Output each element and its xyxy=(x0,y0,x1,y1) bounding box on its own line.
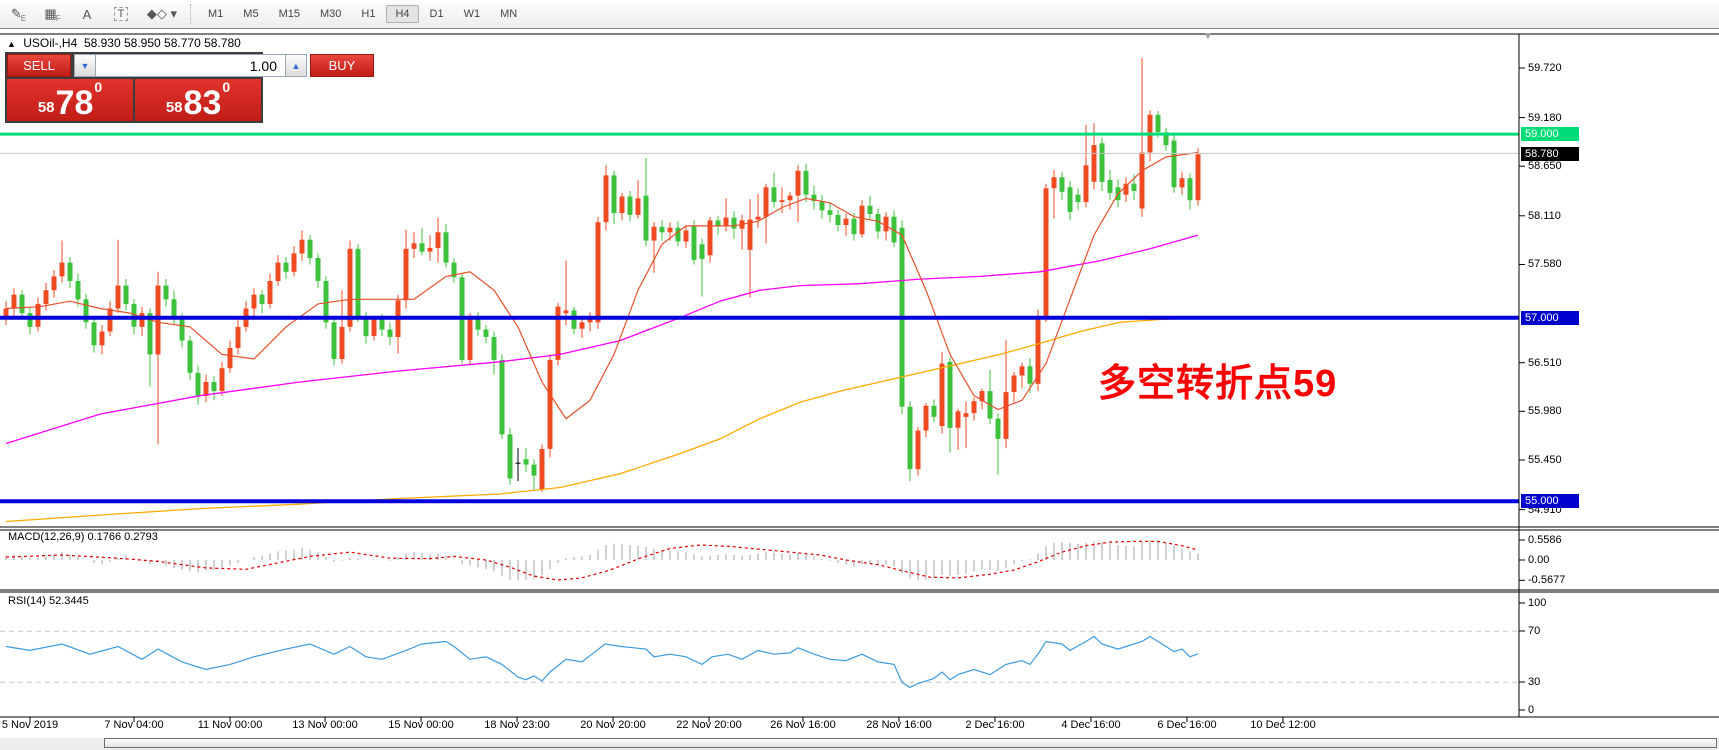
volume-decrease-button[interactable]: ▼ xyxy=(74,54,96,77)
bar-low: 58.770 xyxy=(164,36,201,50)
one-click-trading-panel: SELL ▼ ▲ BUY 58 78 0 58 83 0 xyxy=(5,52,263,123)
timeframe-button-M15[interactable]: M15 xyxy=(270,5,309,23)
sell-price-big: 78 xyxy=(56,87,94,119)
date-label: 11 Nov 00:00 xyxy=(198,719,263,731)
volume-input[interactable] xyxy=(96,54,285,77)
timeframe-button-MN[interactable]: MN xyxy=(491,5,526,23)
date-label: 5 Nov 2019 xyxy=(2,719,58,731)
price-tick-label: 59.180 xyxy=(1528,112,1562,124)
timeframe-button-H1[interactable]: H1 xyxy=(352,5,384,23)
timeframe-button-M1[interactable]: M1 xyxy=(199,5,232,23)
timeframe-button-M30[interactable]: M30 xyxy=(311,5,350,23)
date-label: 4 Dec 16:00 xyxy=(1061,719,1120,731)
text-label-icon[interactable]: A xyxy=(72,3,102,25)
buy-button[interactable]: BUY xyxy=(310,54,374,77)
price-tick-label: 59.720 xyxy=(1528,62,1562,74)
rsi-tick-label: 0 xyxy=(1528,704,1534,716)
timeframe-buttons: M1M5M15M30H1H4D1W1MN xyxy=(198,5,527,23)
timeframe-button-M5[interactable]: M5 xyxy=(234,5,267,23)
objects-icon[interactable]: ◆◇ ▾ xyxy=(140,3,184,25)
date-label: 6 Dec 16:00 xyxy=(1157,719,1216,731)
price-tick-label: 55.450 xyxy=(1528,454,1562,466)
sell-price-display[interactable]: 58 78 0 xyxy=(7,79,133,121)
rsi-tick-label: 100 xyxy=(1528,597,1546,609)
volume-stepper: ▼ ▲ xyxy=(74,54,307,77)
buy-price-display[interactable]: 58 83 0 xyxy=(135,79,261,121)
bar-open: 58.930 xyxy=(84,36,121,50)
price-tag-55.000: 55.000 xyxy=(1521,494,1579,508)
date-label: 28 Nov 16:00 xyxy=(866,719,931,731)
date-label: 13 Nov 00:00 xyxy=(292,719,357,731)
bar-high: 58.950 xyxy=(124,36,161,50)
scrollbar-thumb[interactable] xyxy=(104,738,1717,748)
price-tag-58.780: 58.780 xyxy=(1521,147,1579,161)
timeframe-button-W1[interactable]: W1 xyxy=(455,5,490,23)
buy-price-prefix: 58 xyxy=(166,99,183,116)
bar-close: 58.780 xyxy=(204,36,241,50)
price-tag-59.000: 59.000 xyxy=(1521,127,1579,141)
volume-increase-button[interactable]: ▲ xyxy=(285,54,307,77)
collapse-arrow-icon[interactable]: ▲ xyxy=(7,39,16,49)
price-tick-label: 58.110 xyxy=(1528,210,1561,222)
date-label: 22 Nov 20:00 xyxy=(676,719,741,731)
price-tick-label: 58.650 xyxy=(1528,160,1562,172)
date-label: 26 Nov 16:00 xyxy=(770,719,835,731)
buy-price-sup: 0 xyxy=(222,79,230,95)
rsi-indicator-label: RSI(14) 52.3445 xyxy=(8,595,89,607)
symbol-info-bar[interactable]: ▲ USOil-,H4 58.930 58.950 58.770 58.780 xyxy=(7,36,241,50)
buy-price-big: 83 xyxy=(184,87,222,119)
horizontal-scrollbar xyxy=(0,738,1719,750)
date-label: 18 Nov 23:00 xyxy=(484,719,549,731)
date-label: 2 Dec 16:00 xyxy=(965,719,1024,731)
price-tick-label: 56.510 xyxy=(1528,357,1562,369)
chart-shift-marker-icon[interactable]: ▼ xyxy=(1203,31,1213,42)
macd-tick-label: -0.5677 xyxy=(1528,574,1565,586)
toolbar: ✎E ▦F A T ◆◇ ▾ M1M5M15M30H1H4D1W1MN xyxy=(0,0,1719,29)
chart-edit-icon[interactable]: ✎E xyxy=(4,3,34,25)
sell-price-prefix: 58 xyxy=(38,99,55,116)
symbol-name: USOil-,H4 xyxy=(23,36,77,50)
date-label: 10 Dec 12:00 xyxy=(1250,719,1315,731)
date-label: 15 Nov 00:00 xyxy=(388,719,453,731)
timeframe-button-H4[interactable]: H4 xyxy=(386,5,418,23)
price-tick-label: 55.980 xyxy=(1528,405,1562,417)
sell-button[interactable]: SELL xyxy=(7,54,71,77)
toolbar-separator xyxy=(190,4,192,24)
rsi-tick-label: 30 xyxy=(1528,676,1540,688)
grid-icon[interactable]: ▦F xyxy=(38,3,68,25)
date-label: 20 Nov 20:00 xyxy=(580,719,645,731)
macd-indicator-label: MACD(12,26,9) 0.1766 0.2793 xyxy=(8,531,158,543)
sell-price-sup: 0 xyxy=(94,79,102,95)
timeframe-button-D1[interactable]: D1 xyxy=(421,5,453,23)
price-tick-label: 57.580 xyxy=(1528,258,1562,270)
text-box-icon[interactable]: T xyxy=(106,3,136,25)
chart-annotation-text: 多空转折点59 xyxy=(1098,352,1337,407)
macd-tick-label: 0.00 xyxy=(1528,554,1549,566)
macd-tick-label: 0.5586 xyxy=(1528,534,1562,546)
rsi-tick-label: 70 xyxy=(1528,625,1540,637)
price-tag-57.000: 57.000 xyxy=(1521,311,1579,325)
date-label: 7 Nov 04:00 xyxy=(104,719,163,731)
terminal-window: ✎E ▦F A T ◆◇ ▾ M1M5M15M30H1H4D1W1MN ▲ US… xyxy=(0,0,1719,750)
